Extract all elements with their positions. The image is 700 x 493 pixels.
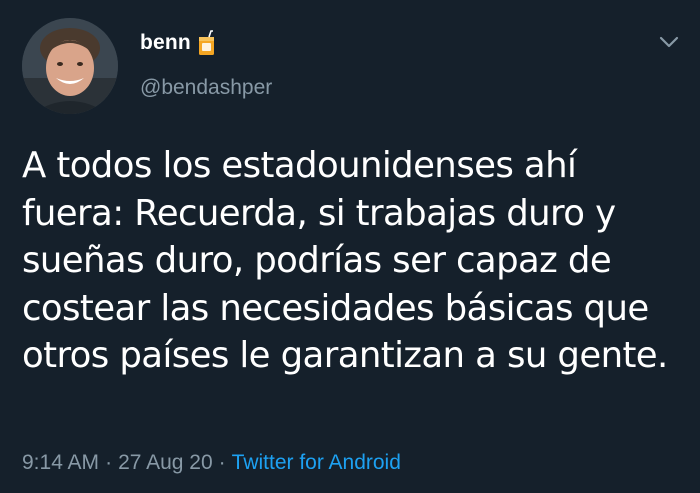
avatar[interactable]	[22, 18, 118, 114]
tweet-source-link[interactable]: Twitter for Android	[232, 451, 401, 474]
tweet-time[interactable]: 9:14 AM	[22, 451, 99, 474]
tweet-text-line: costear las necesidades básicas que	[22, 287, 649, 329]
meta-separator: ·	[218, 451, 226, 474]
display-name[interactable]: benn	[140, 31, 191, 55]
tweet-date[interactable]: 27 Aug 20	[118, 451, 213, 474]
meta-separator: ·	[105, 451, 113, 474]
chevron-down-icon[interactable]	[658, 34, 680, 50]
tweet-text: A todos los estadounidenses ahí fuera: R…	[22, 142, 672, 380]
tweet-text-line: fuera: Recuerda, si trabajas duro y	[22, 192, 616, 234]
tweet-text-line: otros países le garantizan a su gente.	[22, 335, 668, 376]
author-handle[interactable]: @bendashper	[140, 76, 272, 100]
beverage-box-icon	[197, 30, 217, 56]
avatar-photo	[22, 18, 118, 114]
tweet-card: benn @bendashper A todos los estadounide…	[0, 0, 700, 493]
tweet-meta: 9:14 AM · 27 Aug 20 · Twitter for Android	[22, 451, 401, 475]
tweet-text-line: A todos los estadounidenses ahí	[22, 145, 577, 186]
author-name-row[interactable]: benn	[140, 30, 217, 56]
tweet-text-line: sueñas duro, podrías ser capaz de	[22, 240, 612, 281]
